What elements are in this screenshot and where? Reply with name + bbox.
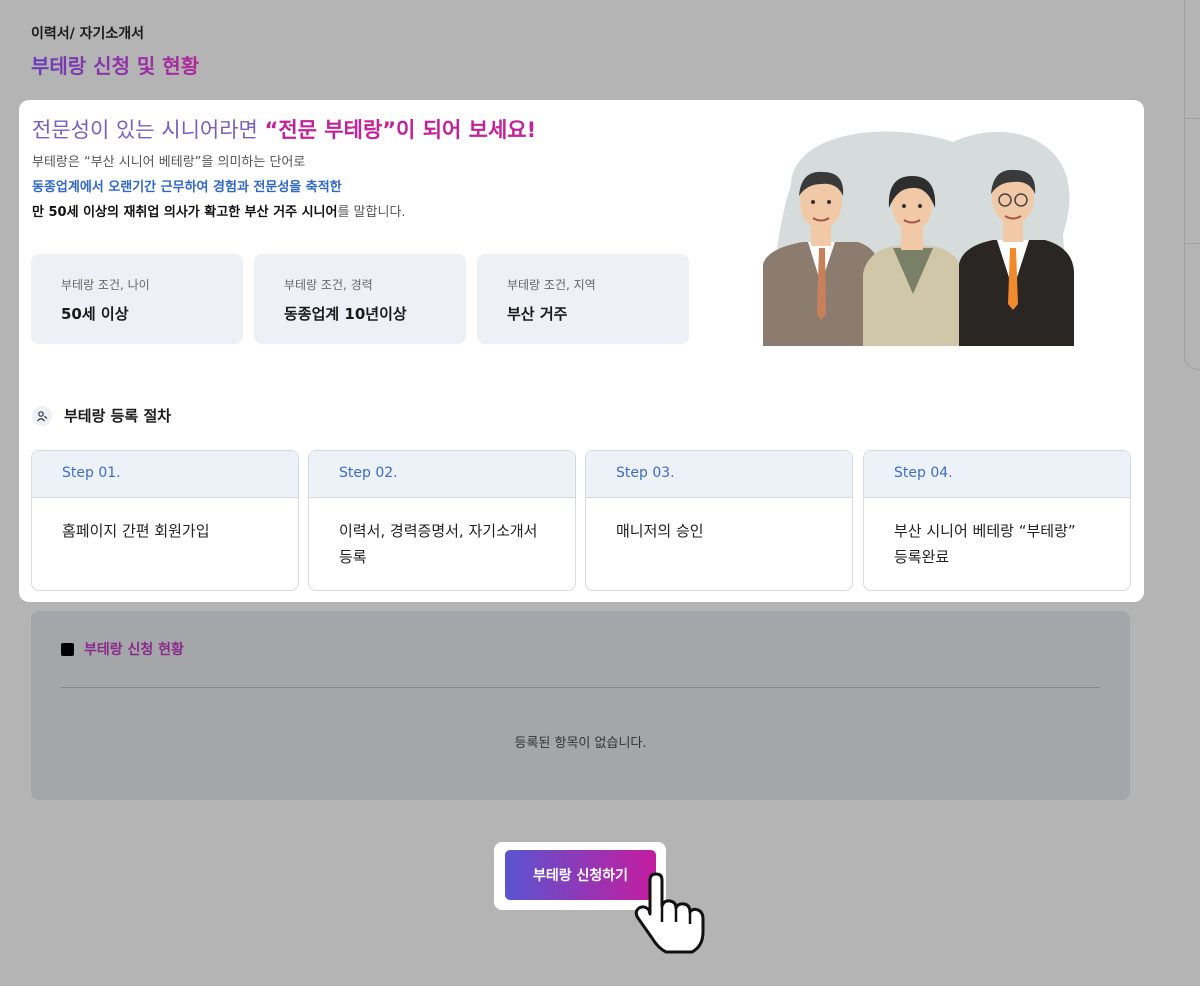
people-icon — [32, 405, 52, 426]
step-number: Step 04. — [864, 451, 1130, 498]
condition-value: 50세 이상 — [61, 305, 129, 323]
condition-label: 부테랑 조건, 경력 — [284, 278, 373, 292]
process-step-2: Step 02. 이력서, 경력증명서, 자기소개서 등록 — [308, 450, 576, 591]
status-section-title: 부테랑 신청 현황 — [61, 639, 184, 659]
status-title-text: 부테랑 신청 현황 — [84, 642, 184, 658]
square-bullet-icon — [61, 642, 74, 656]
empty-list-message: 등록된 항목이 없습니다. — [514, 736, 647, 751]
application-status-panel: 부테랑 신청 현황 등록된 항목이 없습니다. — [31, 611, 1130, 800]
intro-line-2: 동종업계에서 오랜기간 근무하여 경험과 전문성을 축적한 — [32, 180, 342, 195]
page-title: 부테랑 신청 및 현황 — [31, 50, 199, 79]
intro-line-3-bold: 만 50세 이상의 재취업 의사가 확고한 부산 거주 시니어 — [32, 205, 338, 220]
status-divider — [61, 687, 1100, 688]
process-step-1: Step 01. 홈페이지 간편 회원가입 — [31, 450, 299, 591]
intro-line-1: 부테랑은 “부산 시니어 베테랑”을 의미하는 단어로 — [32, 155, 306, 170]
side-panel-frame — [1184, 0, 1200, 370]
intro-line-3: 만 50세 이상의 재취업 의사가 확고한 부산 거주 시니어를 말합니다. — [32, 200, 406, 225]
step-text: 홈페이지 간편 회원가입 — [62, 522, 210, 540]
headline-highlight: “전문 부테랑”이 되어 보세요! — [264, 118, 537, 142]
condition-card-career: 부테랑 조건, 경력 동종업계 10년이상 — [254, 254, 466, 344]
step-text: 매니저의 승인 — [616, 522, 704, 540]
step-number: Step 01. — [32, 451, 298, 498]
process-step-4: Step 04. 부산 시니어 베테랑 “부테랑” 등록완료 — [863, 450, 1131, 591]
process-step-3: Step 03. 매니저의 승인 — [585, 450, 853, 591]
process-title-text: 부테랑 등록 절차 — [64, 407, 172, 425]
condition-card-region: 부테랑 조건, 지역 부산 거주 — [477, 254, 689, 344]
step-number: Step 02. — [309, 451, 575, 498]
intro-headline: 전문성이 있는 시니어라면 “전문 부테랑”이 되어 보세요! — [32, 114, 536, 144]
step-text: 부산 시니어 베테랑 “부테랑” 등록완료 — [894, 522, 1076, 566]
condition-label: 부테랑 조건, 지역 — [507, 278, 596, 292]
info-card: 전문성이 있는 시니어라면 “전문 부테랑”이 되어 보세요! 부테랑은 “부산… — [19, 100, 1144, 602]
pointer-hand-icon — [634, 872, 705, 954]
condition-value: 동종업계 10년이상 — [284, 305, 407, 323]
process-section-title: 부테랑 등록 절차 — [32, 405, 171, 426]
step-number: Step 03. — [586, 451, 852, 498]
intro-line-3-rest: 를 말합니다. — [337, 205, 406, 220]
breadcrumb: 이력서/ 자기소개서 — [31, 26, 145, 42]
condition-value: 부산 거주 — [507, 305, 568, 323]
headline-plain: 전문성이 있는 시니어라면 — [32, 118, 265, 142]
condition-label: 부테랑 조건, 나이 — [61, 278, 150, 292]
intro-text: 부테랑은 “부산 시니어 베테랑”을 의미하는 단어로 동종업계에서 오랜기간 … — [32, 150, 406, 225]
step-text: 이력서, 경력증명서, 자기소개서 등록 — [339, 522, 538, 566]
condition-card-age: 부테랑 조건, 나이 50세 이상 — [31, 254, 243, 344]
senior-group-illustration — [763, 131, 1074, 346]
